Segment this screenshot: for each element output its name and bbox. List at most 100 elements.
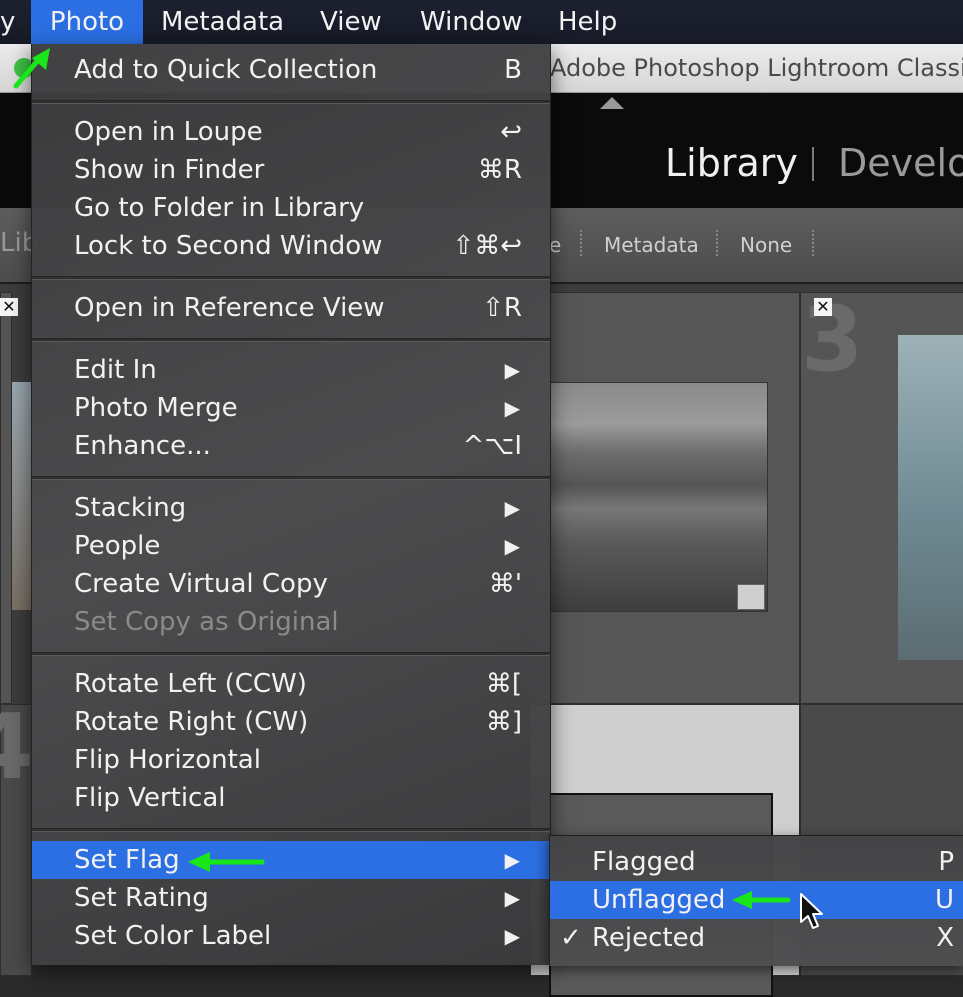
submenu-arrow-icon: ▶ <box>504 396 520 420</box>
menu-item-label: Stacking <box>74 493 187 523</box>
menu-item-set-rating[interactable]: Set Rating ▶ <box>32 879 550 917</box>
menu-item-label: Rejected <box>592 923 706 953</box>
menu-item-enhance[interactable]: Enhance... ^⌥I <box>32 427 550 465</box>
menu-separator <box>32 338 550 342</box>
menu-item-shortcut: ⇧R <box>482 293 522 323</box>
menu-item-go-to-folder[interactable]: Go to Folder in Library <box>32 189 550 227</box>
grid-cell[interactable]: 4 <box>0 695 34 976</box>
menu-item-shortcut: P <box>938 847 954 877</box>
submenu-arrow-icon: ▶ <box>504 924 520 948</box>
menu-item-label: Lock to Second Window <box>74 231 383 261</box>
cell-number: 3 <box>801 287 864 392</box>
reject-flag-icon: ✕ <box>814 298 832 316</box>
menu-item-label: Create Virtual Copy <box>74 569 328 599</box>
menu-item-set-color-label[interactable]: Set Color Label ▶ <box>32 917 550 955</box>
photo-thumbnail-mountain[interactable] <box>548 382 768 612</box>
menu-item-shortcut: ⌘R <box>477 155 522 185</box>
menu-separator <box>32 276 550 280</box>
menu-item-rotate-right[interactable]: Rotate Right (CW) ⌘] <box>32 703 550 741</box>
module-develop[interactable]: Develop <box>838 141 963 185</box>
filter-none[interactable]: None <box>740 233 792 257</box>
menu-item-shortcut: ^⌥I <box>462 431 522 461</box>
submenu-item-flagged[interactable]: Flagged P <box>550 843 963 881</box>
menubar-item-photo[interactable]: Photo <box>31 0 143 44</box>
menubar-item-window[interactable]: Window <box>420 0 523 44</box>
menu-bar: y Photo Metadata View Window Help <box>0 0 963 44</box>
menu-item-label: Open in Loupe <box>74 117 263 147</box>
menu-item-set-copy-as-original: Set Copy as Original <box>32 603 550 641</box>
menubar-item-library[interactable]: y <box>0 0 30 44</box>
menu-item-label: Flip Vertical <box>74 783 226 813</box>
cell-number: 4 <box>0 695 34 800</box>
menu-item-shortcut: ⌘[ <box>485 669 522 699</box>
filter-divider <box>812 230 816 256</box>
photo-thumbnail[interactable] <box>12 382 32 610</box>
submenu-arrow-icon: ▶ <box>504 358 520 382</box>
menu-item-shortcut: U <box>934 885 954 915</box>
menu-item-label: Go to Folder in Library <box>74 193 365 223</box>
filter-metadata[interactable]: Metadata <box>604 233 699 257</box>
annotation-arrow-icon <box>13 48 50 89</box>
mouse-cursor-icon <box>800 893 823 929</box>
menu-item-label: Set Flag <box>74 845 180 875</box>
menu-item-label: Enhance... <box>74 431 211 461</box>
checkmark-icon: ✓ <box>560 923 582 953</box>
photo-menu: Add to Quick Collection B Open in Loupe … <box>31 44 551 965</box>
menu-item-shortcut: ⇧⌘↩ <box>452 231 522 261</box>
menu-item-label: Flip Horizontal <box>74 745 261 775</box>
menu-item-shortcut: B <box>504 55 522 85</box>
menu-item-rotate-left[interactable]: Rotate Left (CCW) ⌘[ <box>32 665 550 703</box>
menu-item-label: Flagged <box>592 847 696 877</box>
edited-badge-icon <box>737 584 765 610</box>
menu-item-show-in-finder[interactable]: Show in Finder ⌘R <box>32 151 550 189</box>
menu-item-label: Open in Reference View <box>74 293 385 323</box>
menubar-item-metadata[interactable]: Metadata <box>161 0 284 44</box>
module-divider <box>812 147 814 181</box>
module-library[interactable]: Library <box>665 141 798 185</box>
submenu-arrow-icon: ▶ <box>504 886 520 910</box>
menu-item-flip-vertical[interactable]: Flip Vertical <box>32 779 550 817</box>
menubar-item-view[interactable]: View <box>320 0 382 44</box>
menu-item-set-flag[interactable]: Set Flag ▶ <box>32 841 550 879</box>
submenu-item-rejected[interactable]: ✓ Rejected X <box>550 919 963 957</box>
filter-divider <box>716 230 720 256</box>
menu-item-label: Add to Quick Collection <box>74 55 378 85</box>
menu-item-label: People <box>74 531 161 561</box>
menu-item-flip-horizontal[interactable]: Flip Horizontal <box>32 741 550 779</box>
menu-item-lock-second-window[interactable]: Lock to Second Window ⇧⌘↩ <box>32 227 550 265</box>
menubar-item-help[interactable]: Help <box>558 0 617 44</box>
menu-item-add-quick-collection[interactable]: Add to Quick Collection B <box>32 51 550 89</box>
menu-item-stacking[interactable]: Stacking ▶ <box>32 489 550 527</box>
menu-item-label: Set Copy as Original <box>74 607 339 637</box>
menu-item-label: Unflagged <box>592 885 726 915</box>
menu-item-label: Rotate Right (CW) <box>74 707 309 737</box>
menu-item-shortcut: X <box>936 923 954 953</box>
menu-item-label: Rotate Left (CCW) <box>74 669 307 699</box>
collapse-triangle-icon[interactable] <box>600 97 624 109</box>
menu-item-shortcut: ⌘' <box>488 569 522 599</box>
menu-item-label: Edit In <box>74 355 157 385</box>
menu-separator <box>32 828 550 832</box>
menu-item-label: Set Color Label <box>74 921 272 951</box>
menu-separator <box>32 100 550 104</box>
reject-flag-icon: ✕ <box>0 298 18 316</box>
menu-item-label: Photo Merge <box>74 393 238 423</box>
photo-thumbnail[interactable] <box>898 335 963 660</box>
submenu-arrow-icon: ▶ <box>504 848 520 872</box>
submenu-arrow-icon: ▶ <box>504 534 520 558</box>
menu-item-open-reference-view[interactable]: Open in Reference View ⇧R <box>32 289 550 327</box>
menu-item-create-virtual-copy[interactable]: Create Virtual Copy ⌘' <box>32 565 550 603</box>
annotation-arrow-icon <box>732 891 791 909</box>
menu-item-label: Show in Finder <box>74 155 265 185</box>
menu-item-people[interactable]: People ▶ <box>32 527 550 565</box>
annotation-arrow-icon <box>188 852 265 872</box>
menu-separator <box>32 476 550 480</box>
menu-item-photo-merge[interactable]: Photo Merge ▶ <box>32 389 550 427</box>
menu-separator <box>32 652 550 656</box>
filter-divider <box>580 230 584 256</box>
submenu-arrow-icon: ▶ <box>504 496 520 520</box>
grid-cell[interactable] <box>0 292 12 704</box>
menu-item-shortcut: ↩ <box>500 117 522 147</box>
menu-item-edit-in[interactable]: Edit In ▶ <box>32 351 550 389</box>
menu-item-open-in-loupe[interactable]: Open in Loupe ↩ <box>32 113 550 151</box>
